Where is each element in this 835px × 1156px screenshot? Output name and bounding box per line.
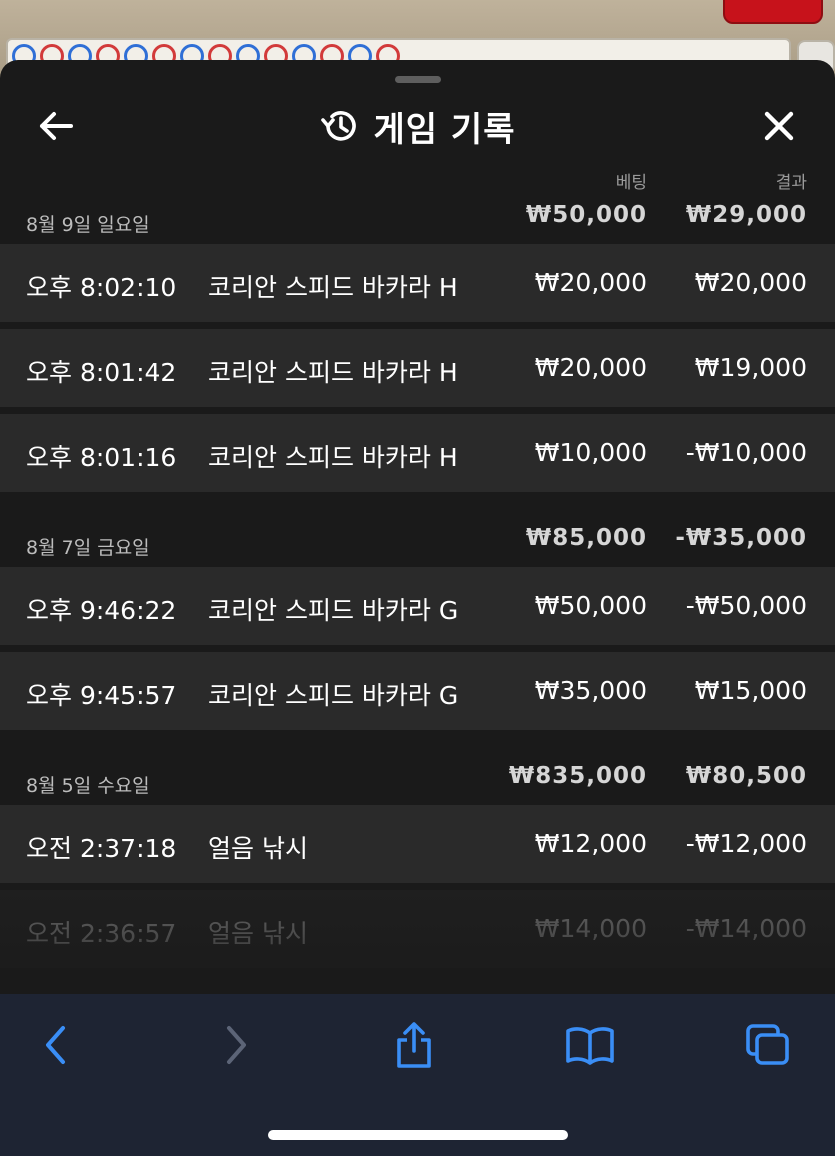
- row-time: 오후 9:46:22: [26, 596, 177, 625]
- row-bet: ₩12,000: [534, 829, 647, 858]
- row-result: -₩12,000: [685, 829, 807, 858]
- row-bet: ₩14,000: [534, 914, 647, 943]
- history-row[interactable]: 오후 8:01:42 코리안 스피드 바카라 H ₩20,000 ₩19,000: [0, 329, 835, 407]
- row-result: -₩14,000: [685, 914, 807, 943]
- history-row[interactable]: 오전 2:36:57 얼음 낚시 ₩14,000 -₩14,000: [0, 890, 835, 968]
- bookmarks-button[interactable]: [560, 1020, 620, 1070]
- column-header-result: 결과: [775, 173, 807, 193]
- column-header-bet: 베팅: [615, 173, 647, 193]
- home-indicator[interactable]: [268, 1130, 568, 1140]
- tabs-button[interactable]: [738, 1020, 798, 1070]
- history-icon: [320, 111, 356, 141]
- row-game: 코리안 스피드 바카라 G: [208, 596, 459, 625]
- day-total-bet: ₩835,000: [508, 763, 647, 789]
- day-spacer: [0, 499, 835, 517]
- sheet-grabber[interactable]: [395, 76, 441, 83]
- close-button[interactable]: [755, 104, 803, 148]
- row-game: 코리안 스피드 바카라 H: [208, 443, 458, 472]
- row-game: 얼음 낚시: [208, 919, 308, 948]
- row-bet: ₩20,000: [534, 353, 647, 382]
- share-icon: [397, 1022, 431, 1068]
- book-icon: [566, 1027, 614, 1065]
- title-group: 게임 기록: [0, 100, 835, 152]
- day-total-result: -₩35,000: [675, 525, 807, 551]
- row-result: -₩10,000: [685, 438, 807, 467]
- page-title: 게임 기록: [373, 109, 516, 150]
- row-result: ₩15,000: [694, 676, 807, 705]
- row-game: 코리안 스피드 바카라 H: [208, 358, 458, 387]
- day-spacer: [0, 737, 835, 755]
- history-row[interactable]: 오후 9:45:57 코리안 스피드 바카라 G ₩35,000 ₩15,000: [0, 652, 835, 730]
- day-total-bet: ₩50,000: [525, 202, 647, 228]
- chevron-right-icon: [227, 1026, 246, 1064]
- sheet-header: 게임 기록: [0, 90, 835, 160]
- row-bet: ₩20,000: [534, 268, 647, 297]
- share-button[interactable]: [384, 1020, 444, 1070]
- day-header: 8월 9일 일요일 ₩50,000 ₩29,000: [0, 194, 835, 244]
- day-label: 8월 9일 일요일: [26, 214, 150, 236]
- day-header: 8월 7일 금요일 ₩85,000 -₩35,000: [0, 517, 835, 567]
- row-result: -₩50,000: [685, 591, 807, 620]
- close-icon: [764, 111, 794, 141]
- day-header: 8월 5일 수요일 ₩835,000 ₩80,500: [0, 755, 835, 805]
- row-time: 오전 2:37:18: [26, 834, 177, 863]
- browser-back-button[interactable]: [26, 1020, 86, 1070]
- chevron-left-icon: [46, 1026, 65, 1064]
- row-bet: ₩50,000: [534, 591, 647, 620]
- history-row[interactable]: 오전 2:37:18 얼음 낚시 ₩12,000 -₩12,000: [0, 805, 835, 883]
- game-history-sheet: 게임 기록 베팅 결과 8월 9일 일요일 ₩50,000 ₩29,000 오후…: [0, 60, 835, 996]
- history-list: 8월 9일 일요일 ₩50,000 ₩29,000 오후 8:02:10 코리안…: [0, 194, 835, 975]
- row-time: 오후 8:01:42: [26, 358, 177, 387]
- browser-forward-button[interactable]: [206, 1020, 266, 1070]
- history-row[interactable]: 오후 9:46:22 코리안 스피드 바카라 G ₩50,000 -₩50,00…: [0, 567, 835, 645]
- row-game: 얼음 낚시: [208, 834, 308, 863]
- day-total-result: ₩80,500: [685, 763, 807, 789]
- day-total-bet: ₩85,000: [525, 525, 647, 551]
- row-game: 코리안 스피드 바카라 H: [208, 273, 458, 302]
- tabs-icon: [746, 1024, 789, 1065]
- game-red-button[interactable]: [723, 0, 823, 24]
- history-row[interactable]: 오후 8:01:16 코리안 스피드 바카라 H ₩10,000 -₩10,00…: [0, 414, 835, 492]
- row-time: 오후 8:02:10: [26, 273, 177, 302]
- row-bet: ₩35,000: [534, 676, 647, 705]
- row-result: ₩19,000: [694, 353, 807, 382]
- row-bet: ₩10,000: [534, 438, 647, 467]
- day-label: 8월 5일 수요일: [26, 775, 150, 797]
- row-time: 오전 2:36:57: [26, 919, 177, 948]
- row-result: ₩20,000: [694, 268, 807, 297]
- history-row[interactable]: 오후 8:02:10 코리안 스피드 바카라 H ₩20,000 ₩20,000: [0, 244, 835, 322]
- row-game: 코리안 스피드 바카라 G: [208, 681, 459, 710]
- day-label: 8월 7일 금요일: [26, 537, 150, 559]
- day-total-result: ₩29,000: [685, 202, 807, 228]
- row-time: 오후 9:45:57: [26, 681, 177, 710]
- row-time: 오후 8:01:16: [26, 443, 177, 472]
